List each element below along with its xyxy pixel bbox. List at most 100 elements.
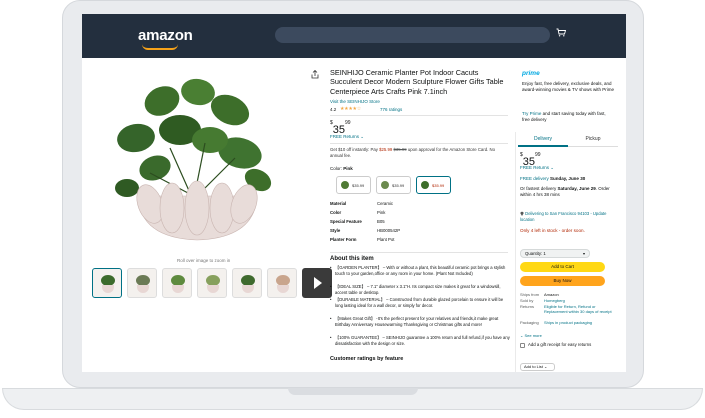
prime-description: Enjoy fast, free delivery, exclusive dea… xyxy=(522,81,614,92)
spec-key: Color xyxy=(330,210,342,215)
thumbnail-3[interactable] xyxy=(162,268,192,298)
color-swatch-3[interactable]: $35.99 xyxy=(416,176,451,194)
swatch-image xyxy=(421,181,429,189)
spec-value: Plant Pot xyxy=(377,237,395,242)
star-rating-icon[interactable]: ★★★★☆ xyxy=(340,106,361,112)
column-divider xyxy=(515,132,516,372)
ship-key: Returns xyxy=(520,304,535,309)
delivery-location-link[interactable]: Delivering to San Francisco 94103 - Upda… xyxy=(520,211,615,222)
ship-key: Sold by xyxy=(520,298,534,303)
add-to-cart-button[interactable]: Add to Cart xyxy=(520,262,605,272)
thumbnail-4[interactable] xyxy=(197,268,227,298)
spec-value: HB000542P xyxy=(377,228,401,233)
thumbnail-pot xyxy=(242,285,254,293)
fastest-delivery-info: Or fastest delivery Saturday, June 29. O… xyxy=(520,186,615,198)
price-fraction: 99 xyxy=(345,120,351,126)
spec-key: Material xyxy=(330,201,347,206)
buybox-free-returns-link[interactable]: FREE Returns ⌄ xyxy=(520,165,554,171)
fulfillment-tabs: Delivery Pickup xyxy=(518,132,618,147)
free-returns-link[interactable]: FREE Returns ⌄ xyxy=(330,134,364,140)
play-icon xyxy=(314,277,322,289)
see-more-link[interactable]: ⌄ See more xyxy=(520,333,542,338)
promo-text: Get $10 off instantly: Pay $25.99 $35.99… xyxy=(330,147,505,159)
free-delivery-link[interactable]: FREE delivery xyxy=(520,176,550,181)
thumbnail-pot xyxy=(137,285,149,293)
bullet-item: 【DURABLE MATERIAL】 – Constructed from du… xyxy=(330,297,510,309)
swatch-image xyxy=(341,181,349,189)
store-link[interactable]: Visit the SEINHIJO Store xyxy=(330,99,380,104)
spec-key: Style xyxy=(330,228,341,233)
zoom-hint: Roll over image to zoom in xyxy=(177,258,231,263)
stock-status: Only 4 left in stock - order soon. xyxy=(520,228,585,233)
laptop-notch xyxy=(288,388,418,395)
amazon-header: amazon xyxy=(82,14,626,58)
ship-value[interactable]: Eligible for Return, Refund or Replaceme… xyxy=(544,304,614,314)
swatch-price: $35.99 xyxy=(432,183,445,188)
spec-row: Style HB000542P xyxy=(330,228,510,236)
ship-value[interactable]: Ships in product packaging xyxy=(544,320,614,325)
amazon-logo[interactable]: amazon xyxy=(138,27,193,44)
ratings-by-feature-heading: Customer ratings by feature xyxy=(330,356,404,362)
spec-value: Pink xyxy=(377,210,386,215)
add-to-list-button[interactable]: Add to List ⌄ xyxy=(520,363,555,371)
buy-now-button[interactable]: Buy Now xyxy=(520,276,605,286)
thumbnail-pot xyxy=(277,285,289,293)
color-swatch-1[interactable]: $35.99 xyxy=(336,176,371,194)
spec-key: Special Feature xyxy=(330,219,362,224)
tab-pickup[interactable]: Pickup xyxy=(568,132,618,147)
ship-value: Amazon xyxy=(544,292,559,297)
try-prime-link[interactable]: Try Prime xyxy=(522,111,541,116)
spec-row: Color Pink xyxy=(330,210,510,218)
quantity-select[interactable]: Quantity: 1 ▾ xyxy=(520,249,590,258)
thumbnail-6[interactable] xyxy=(267,268,297,298)
prime-try-text: Try Prime and start saving today with fa… xyxy=(522,111,614,123)
thumbnail-5[interactable] xyxy=(232,268,262,298)
cart-icon[interactable] xyxy=(556,28,567,37)
gift-receipt-checkbox[interactable] xyxy=(520,343,525,348)
tab-delivery[interactable]: Delivery xyxy=(518,132,568,147)
gift-receipt-label: Add a gift receipt for easy returns xyxy=(528,342,592,347)
prime-logo: prime xyxy=(522,70,540,77)
thumbnail-pot xyxy=(102,285,114,293)
location-text: Delivering to San Francisco 94103 - Upda… xyxy=(520,211,607,222)
spec-row: Special Feature B05 xyxy=(330,219,510,227)
fastest-date: Saturday, June 29 xyxy=(557,186,596,191)
spec-value: Ceramic xyxy=(377,201,393,206)
thumbnail-1[interactable] xyxy=(92,268,122,298)
divider xyxy=(330,252,508,253)
bullet-item: 【Makes Great Gift】 -It's the perfect pre… xyxy=(330,316,510,328)
thumbnail-pot xyxy=(207,285,219,293)
color-swatch-2[interactable]: $35.99 xyxy=(376,176,411,194)
price-fraction: 99 xyxy=(535,152,541,158)
about-heading: About this item xyxy=(330,256,374,262)
ship-key: Packaging xyxy=(520,320,539,325)
swatch-price: $35.99 xyxy=(352,183,365,188)
bullet-item: 【IDEAL SIZE】 – 7.1" diameter x 3.1"H. It… xyxy=(330,284,510,296)
bullet-item: 【100% GUARANTEE】 – SEINHIJO guarantee a … xyxy=(330,335,510,347)
swatch-price: $35.99 xyxy=(392,183,405,188)
product-title: SEINHIJO Ceramic Planter Pot Indoor Cacu… xyxy=(330,68,504,96)
search-input[interactable] xyxy=(275,27,550,43)
amazon-smile-icon xyxy=(142,44,178,50)
thumbnail-pot xyxy=(172,285,184,293)
divider xyxy=(330,115,508,116)
promo-new-price: $25.99 xyxy=(379,147,393,152)
rating-value: 4.2 xyxy=(330,107,337,112)
ship-value[interactable]: Homegberg xyxy=(544,298,614,303)
share-icon[interactable] xyxy=(311,69,319,81)
quantity-value: Quantity: 1 xyxy=(525,251,546,256)
promo-old-price: $35.99 xyxy=(393,147,407,152)
ship-key: Ships from xyxy=(520,292,540,297)
spec-row: Material Ceramic xyxy=(330,201,510,209)
thumbnail-2[interactable] xyxy=(127,268,157,298)
divider xyxy=(330,143,508,144)
color-label: Color: Pink xyxy=(330,166,353,171)
product-main-image[interactable] xyxy=(110,68,285,248)
spec-key: Planter Form xyxy=(330,237,357,242)
fastest-pre: Or fastest delivery xyxy=(520,186,558,191)
promo-pre: Get $10 off instantly: Pay xyxy=(330,147,380,152)
video-thumbnail[interactable] xyxy=(302,268,332,298)
laptop-screen: amazon Roll over image to zoom in SEINHI… xyxy=(82,14,626,372)
delivery-date: Sunday, June 30 xyxy=(550,176,586,181)
ratings-count-link[interactable]: 776 ratings xyxy=(380,107,402,112)
